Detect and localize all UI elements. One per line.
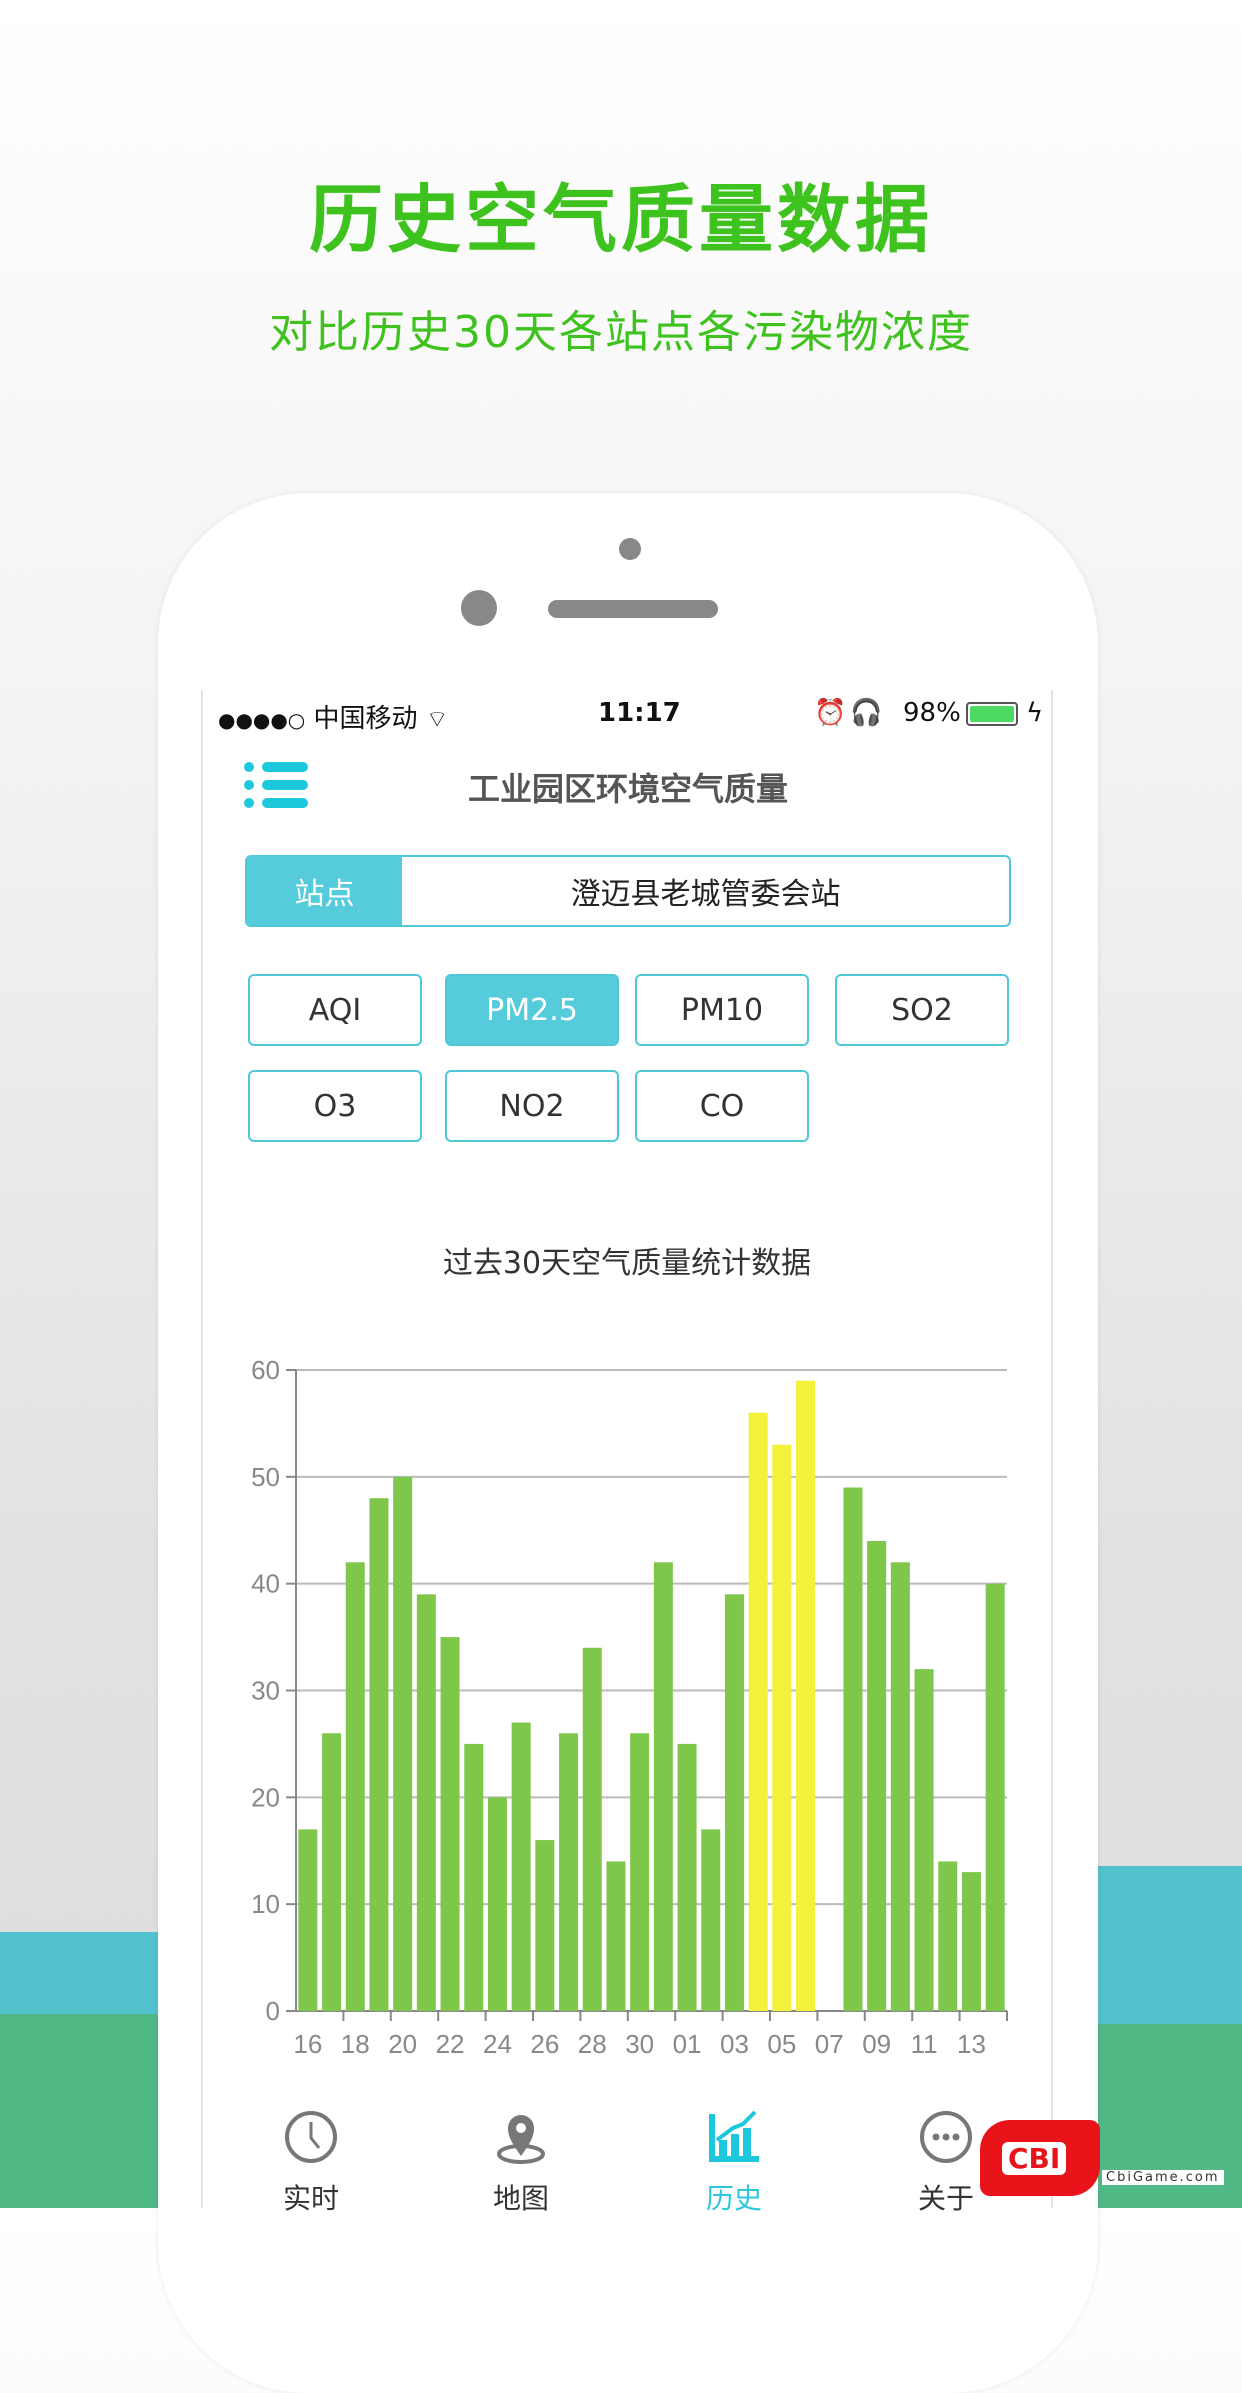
bar-18 xyxy=(345,1562,365,2011)
watermark-logo: CBI CbiGame.com xyxy=(980,2120,1230,2200)
bar-22 xyxy=(440,1637,460,2011)
x-tick-label: 09 xyxy=(862,2029,891,2059)
tab-history[interactable]: 历史 xyxy=(664,2110,804,2217)
bar-25 xyxy=(511,1722,531,2011)
watermark-site: CbiGame.com xyxy=(1102,2170,1224,2185)
tab-label: 地图 xyxy=(492,2182,549,2215)
x-tick-label: 22 xyxy=(436,2029,465,2059)
bar-04 xyxy=(748,1412,768,2011)
bar-13 xyxy=(961,1872,981,2011)
bar-16 xyxy=(298,1829,318,2011)
x-tick-label: 07 xyxy=(815,2029,844,2059)
x-tick-label: 01 xyxy=(673,2029,702,2059)
bar-31 xyxy=(653,1562,673,2011)
bar-14 xyxy=(985,1583,1005,2011)
more-icon xyxy=(920,2111,972,2163)
y-tick-label: 20 xyxy=(251,1782,280,1812)
x-tick-label: 18 xyxy=(341,2029,370,2059)
watermark-text: CBI xyxy=(1002,2142,1067,2175)
bar-17 xyxy=(322,1733,342,2011)
x-tick-label: 26 xyxy=(530,2029,559,2059)
y-tick-label: 10 xyxy=(251,1889,280,1919)
y-tick-label: 0 xyxy=(266,1996,280,2026)
bar-26 xyxy=(535,1840,555,2011)
bar-30 xyxy=(630,1733,650,2011)
bar-21 xyxy=(416,1594,436,2011)
x-tick-label: 28 xyxy=(578,2029,607,2059)
bar-29 xyxy=(606,1861,626,2011)
bar-23 xyxy=(464,1743,484,2011)
x-tick-label: 05 xyxy=(767,2029,796,2059)
x-tick-label: 20 xyxy=(388,2029,417,2059)
bar-19 xyxy=(369,1498,389,2011)
x-tick-label: 11 xyxy=(911,2029,938,2059)
y-tick-label: 30 xyxy=(251,1676,280,1706)
x-tick-label: 03 xyxy=(720,2029,749,2059)
bar-24 xyxy=(487,1797,507,2011)
x-tick-label: 13 xyxy=(957,2029,986,2059)
tab-realtime[interactable]: 实时 xyxy=(241,2110,381,2217)
chart-icon xyxy=(709,2110,759,2162)
bar-03 xyxy=(724,1594,744,2011)
x-tick-label: 30 xyxy=(625,2029,654,2059)
bar-28 xyxy=(582,1647,602,2011)
x-tick-label: 16 xyxy=(293,2029,322,2059)
bar-08 xyxy=(843,1487,863,2011)
bar-01 xyxy=(677,1743,697,2011)
bar-09 xyxy=(867,1540,887,2011)
tab-map[interactable]: 地图 xyxy=(451,2110,591,2217)
bar-05 xyxy=(772,1444,792,2011)
map-pin-icon xyxy=(497,2115,545,2164)
bar-12 xyxy=(938,1861,958,2011)
y-tick-label: 60 xyxy=(251,1355,280,1385)
tab-label: 历史 xyxy=(705,2182,762,2215)
bar-20 xyxy=(393,1476,413,2011)
bar-02 xyxy=(701,1829,721,2011)
clock-icon xyxy=(285,2111,337,2163)
bar-11 xyxy=(914,1669,934,2011)
bar-10 xyxy=(890,1562,910,2011)
x-tick-label: 24 xyxy=(483,2029,512,2059)
bar-chart: 0 10 20 30 40 50 60 16 18 20 22 24 26 28 30 01 03 05 07 09 1… xyxy=(251,1355,1008,2059)
y-tick-label: 50 xyxy=(251,1462,280,1492)
y-tick-label: 40 xyxy=(251,1569,280,1599)
tab-label: 实时 xyxy=(282,2182,339,2215)
bar-27 xyxy=(559,1733,579,2011)
bar-06 xyxy=(796,1380,816,2011)
